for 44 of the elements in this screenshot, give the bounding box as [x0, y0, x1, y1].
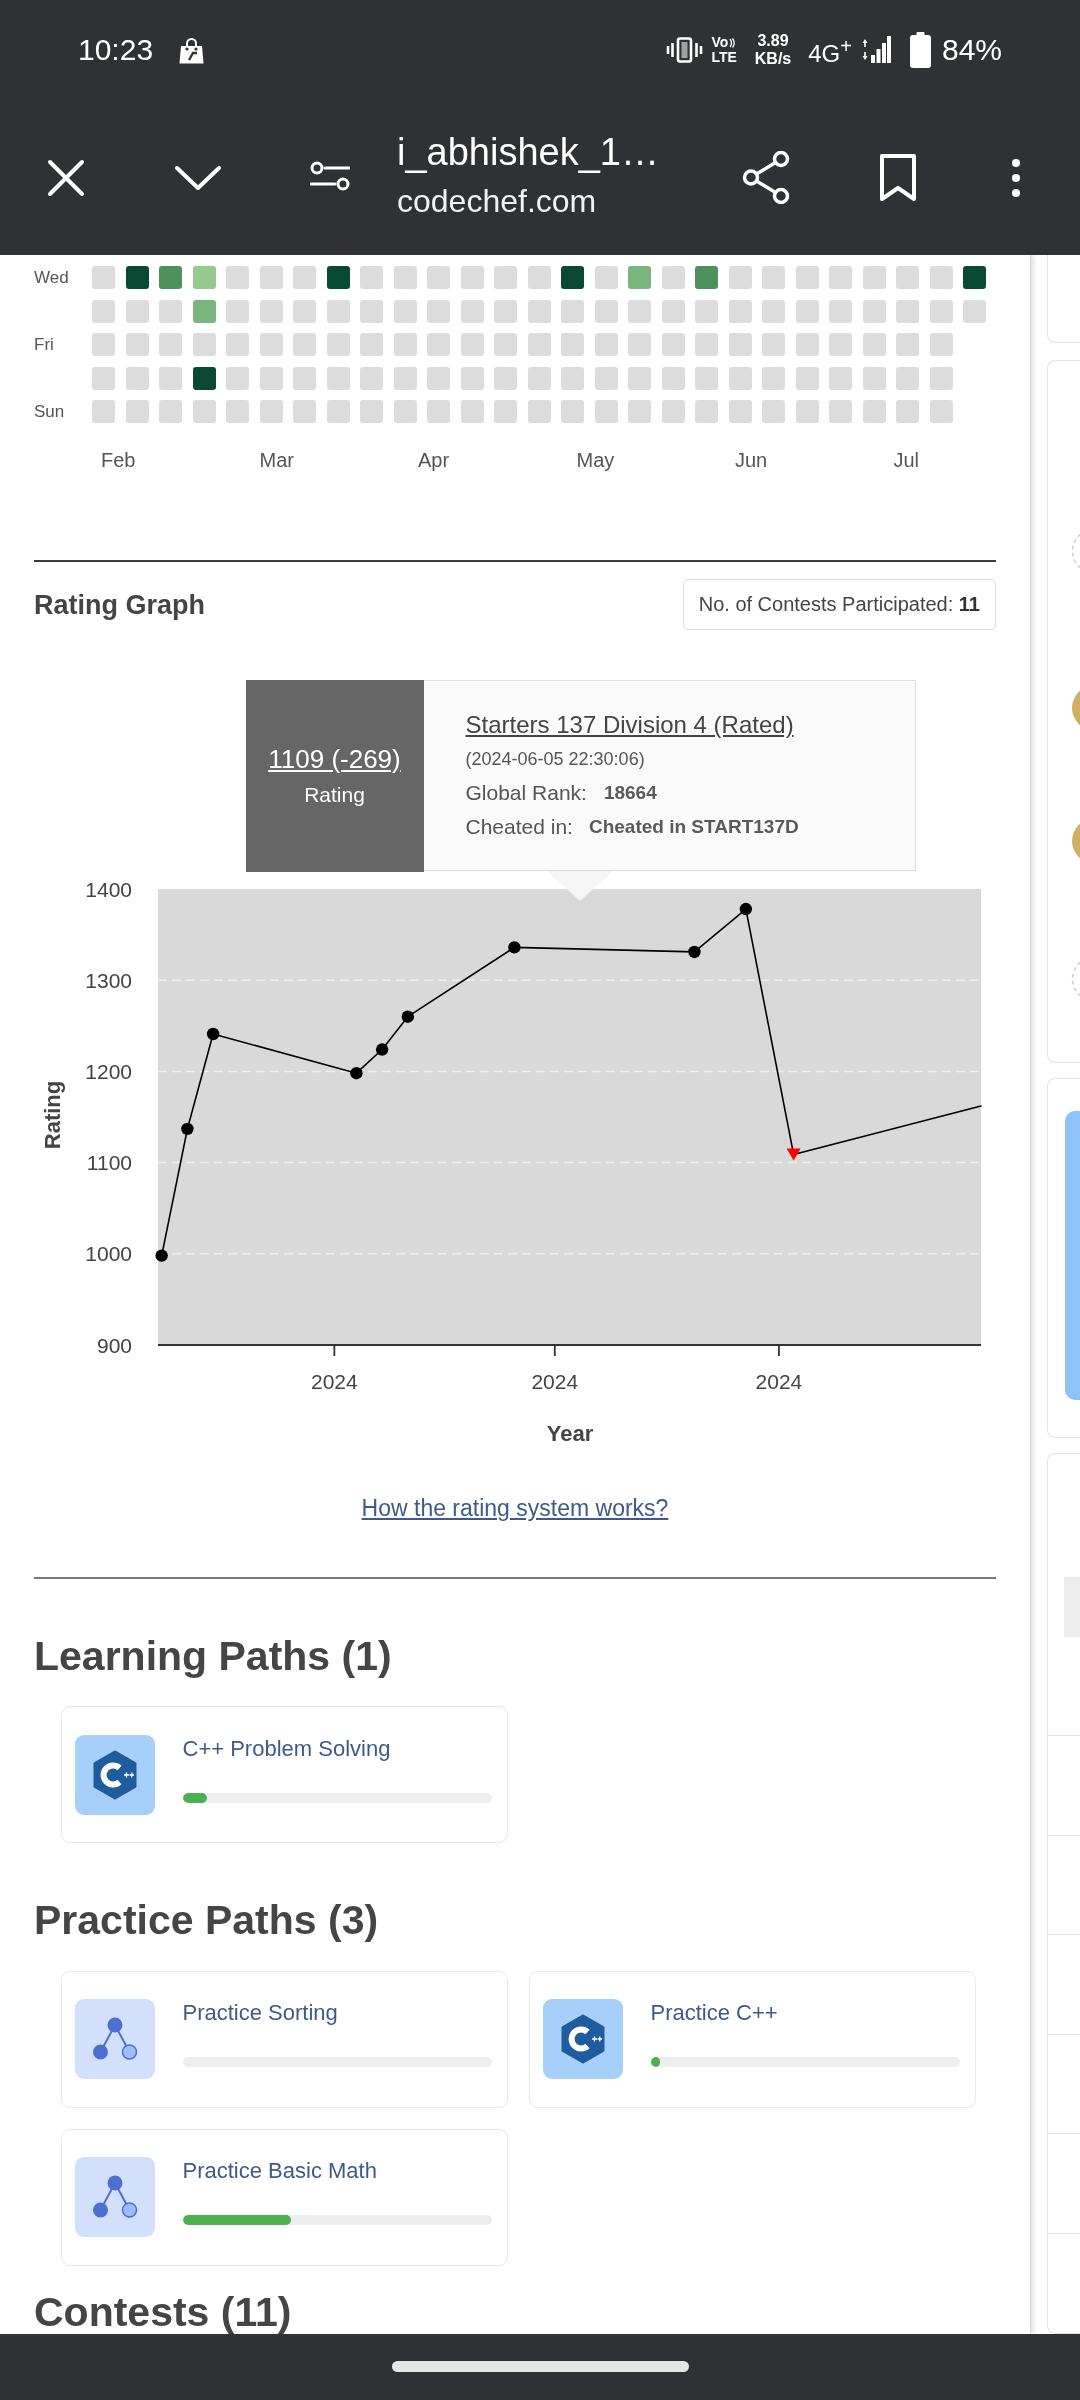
section-title: Rating Graph [34, 588, 205, 622]
month-label: Feb [101, 449, 136, 471]
day-label: Fri [34, 333, 54, 356]
contests-count-badge: No. of Contests Participated: 11 [682, 579, 996, 630]
contest-date: (2024-06-05 22:30:06) [465, 748, 645, 771]
path-title: Practice C++ [650, 1999, 778, 2027]
battery-percent: 84% [941, 32, 1002, 68]
volte-label: Vo [711, 35, 729, 50]
day-label: Wed [34, 266, 69, 289]
speed-unit: KB/s [754, 50, 792, 68]
y-tick-label: 1400 [85, 877, 132, 901]
rank-label: Global Rank: [465, 781, 587, 805]
month-label: Apr [418, 449, 450, 471]
network-type: 4G$^{+}$ [808, 34, 852, 69]
path-title: Practice Basic Math [182, 2157, 377, 2185]
x-axis-title: Year [546, 1420, 594, 1446]
page-domain: codechef.com [397, 182, 597, 221]
y-axis-title: Rating [39, 1080, 65, 1150]
cheated-value: Cheated in START137D [588, 816, 799, 838]
y-tick-label: 900 [96, 1333, 132, 1357]
x-tick-label: 2024 [531, 1369, 579, 1393]
month-label: May [576, 449, 615, 471]
rating-caption: Rating [304, 781, 365, 808]
section-title: Learning Paths (1) [34, 1631, 393, 1681]
section-title: Contests (11) [34, 2288, 293, 2334]
section-title: Practice Paths (3) [34, 1896, 380, 1945]
rank-value: 18664 [603, 782, 657, 804]
x-tick-label: 2024 [311, 1369, 358, 1393]
speed-value: 3.89 [757, 32, 789, 50]
path-title: C++ Problem Solving [182, 1734, 391, 1763]
month-label: Jun [735, 449, 768, 471]
month-label: Jul [893, 449, 920, 471]
page-title: i_abhishek_1… [397, 130, 659, 175]
cheated-label: Cheated in: [465, 815, 573, 839]
y-tick-label: 1200 [85, 1059, 132, 1083]
x-tick-label: 2024 [755, 1369, 803, 1393]
path-title: Practice Sorting [182, 1999, 338, 2027]
lte-label: LTE [711, 50, 737, 65]
y-tick-label: 1100 [86, 1151, 132, 1175]
y-tick-label: 1000 [85, 1242, 132, 1266]
clock-time: 10:23 [78, 32, 154, 68]
y-tick-label: 1300 [85, 968, 132, 992]
day-label: Sun [34, 400, 65, 423]
month-label: Mar [259, 449, 294, 471]
